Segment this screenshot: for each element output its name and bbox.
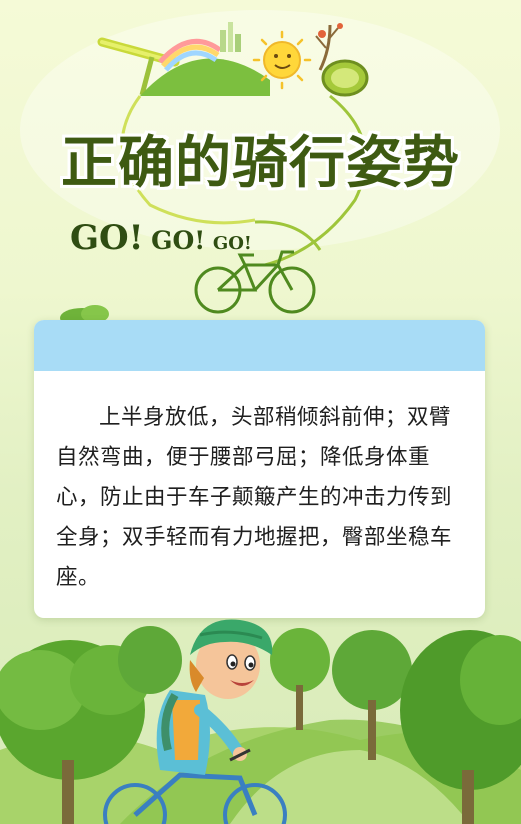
card-header-bar — [34, 320, 485, 371]
go-text-large: GO! — [70, 218, 144, 258]
tree-icon — [270, 628, 330, 730]
kiwi-slice-icon — [321, 59, 369, 97]
go-go-go-text: GO! GO! GO! — [70, 218, 252, 258]
content-card: 上半身放低，头部稍倾斜前伸；双臂自然弯曲，便于腰部弓屈；降低身体重心，防止由于车… — [34, 320, 485, 618]
go-text-medium: GO! — [151, 226, 206, 255]
bicycle-icon — [194, 250, 316, 314]
bottom-illustration — [0, 619, 521, 824]
tree-icon — [118, 626, 182, 694]
card-body-text: 上半身放低，头部稍倾斜前伸；双臂自然弯曲，便于腰部弓屈；降低身体重心，防止由于车… — [56, 405, 453, 590]
page-title: 正确的骑行姿势 — [61, 131, 460, 196]
go-text-small: GO! — [212, 233, 252, 254]
